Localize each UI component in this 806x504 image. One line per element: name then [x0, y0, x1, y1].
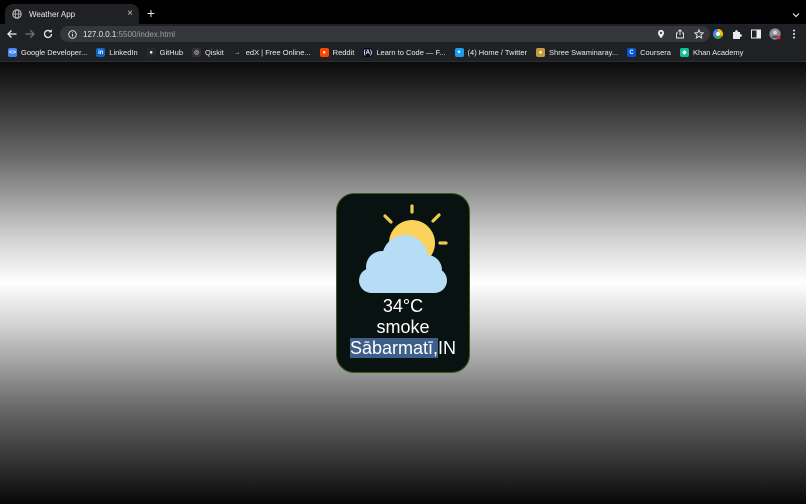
bookmark-label: Coursera [640, 48, 671, 57]
tab-weather-app[interactable]: Weather App × [5, 4, 139, 24]
location-pin-icon[interactable] [656, 29, 666, 39]
page-viewport: 34°C smoke Sābarmatī,IN [0, 62, 806, 504]
qiskit-icon: ◎ [192, 48, 201, 57]
share-icon[interactable] [675, 29, 685, 39]
tab-title: Weather App [29, 9, 76, 19]
bookmark-label: (4) Home / Twitter [467, 48, 528, 57]
new-tab-button[interactable]: + [144, 5, 158, 21]
bookmark-item[interactable]: C Coursera [627, 48, 671, 57]
reload-icon[interactable] [42, 28, 54, 40]
side-panel-icon[interactable] [750, 28, 762, 40]
bookmark-label: edX | Free Online... [245, 48, 311, 57]
color-extension-icon[interactable] [712, 28, 724, 40]
swaminarayan-icon: ● [536, 48, 546, 57]
bookmark-label: Google Developer... [21, 48, 88, 57]
bookmark-item[interactable]: ● GitHub [146, 48, 183, 57]
edx-icon: → [232, 48, 242, 57]
extensions-puzzle-icon[interactable] [731, 28, 743, 40]
bookmark-item[interactable]: ◆ Khan Academy [679, 48, 744, 57]
sun-behind-cloud-icon [359, 204, 448, 293]
bookmark-item[interactable]: ● Shree Swaminaray... [536, 48, 618, 57]
google-developers-icon: <> [8, 48, 17, 57]
bookmark-label: GitHub [159, 48, 183, 57]
location: Sābarmatī,IN [337, 338, 469, 358]
bookmark-label: Khan Academy [692, 48, 744, 57]
location-city-selected: Sābarmatī, [349, 338, 439, 358]
khan-academy-icon: ◆ [679, 48, 689, 57]
url-host: 127.0.0.1 [83, 29, 117, 39]
site-info-icon[interactable] [68, 29, 77, 39]
browser-toolbar: 127.0.0.1:5500/index.html [0, 24, 806, 44]
globe-icon [12, 9, 22, 19]
profile-avatar-icon[interactable] [769, 28, 781, 40]
reddit-icon: ● [319, 48, 329, 57]
temperature: 34°C [382, 296, 424, 316]
bookmark-item[interactable]: → edX | Free Online... [232, 48, 311, 57]
weather-card: 34°C smoke Sābarmatī,IN [336, 193, 470, 373]
back-arrow-icon[interactable] [6, 28, 18, 40]
chevron-down-icon[interactable] [791, 7, 801, 18]
bookmark-label: Learn to Code — F... [376, 48, 446, 57]
bookmark-item[interactable]: ✦ (4) Home / Twitter [454, 48, 528, 57]
tab-strip: Weather App × + [0, 0, 806, 24]
address-bar[interactable]: 127.0.0.1:5500/index.html [60, 26, 710, 42]
bookmark-item[interactable]: ◎ Qiskit [192, 48, 224, 57]
bookmark-label: LinkedIn [109, 48, 138, 57]
bookmark-item[interactable]: (A) Learn to Code — F... [363, 48, 446, 57]
location-country: IN [438, 338, 457, 358]
github-icon: ● [146, 48, 156, 57]
coursera-icon: C [627, 48, 637, 57]
url-text: 127.0.0.1:5500/index.html [83, 30, 175, 39]
linkedin-icon: in [96, 48, 106, 57]
bookmarks-bar: <> Google Developer... in LinkedIn ● GitHub ◎ Q… [0, 44, 806, 62]
weather-description: smoke [376, 317, 430, 337]
bookmark-item[interactable]: <> Google Developer... [8, 48, 87, 57]
bookmark-item[interactable]: in LinkedIn [96, 48, 138, 57]
bookmark-star-icon[interactable] [694, 29, 704, 39]
freecodecamp-icon: (A) [363, 48, 373, 57]
bookmark-label: Qiskit [205, 48, 224, 57]
bookmark-item[interactable]: ● Reddit [319, 48, 355, 57]
menu-kebab-icon[interactable] [788, 28, 800, 40]
bookmark-label: Reddit [332, 48, 355, 57]
url-path: :5500/index.html [116, 29, 176, 39]
twitter-icon: ✦ [454, 48, 464, 57]
tab-close-icon[interactable]: × [127, 9, 133, 19]
bookmark-label: Shree Swaminaray... [549, 48, 619, 57]
forward-arrow-icon[interactable] [24, 28, 36, 40]
